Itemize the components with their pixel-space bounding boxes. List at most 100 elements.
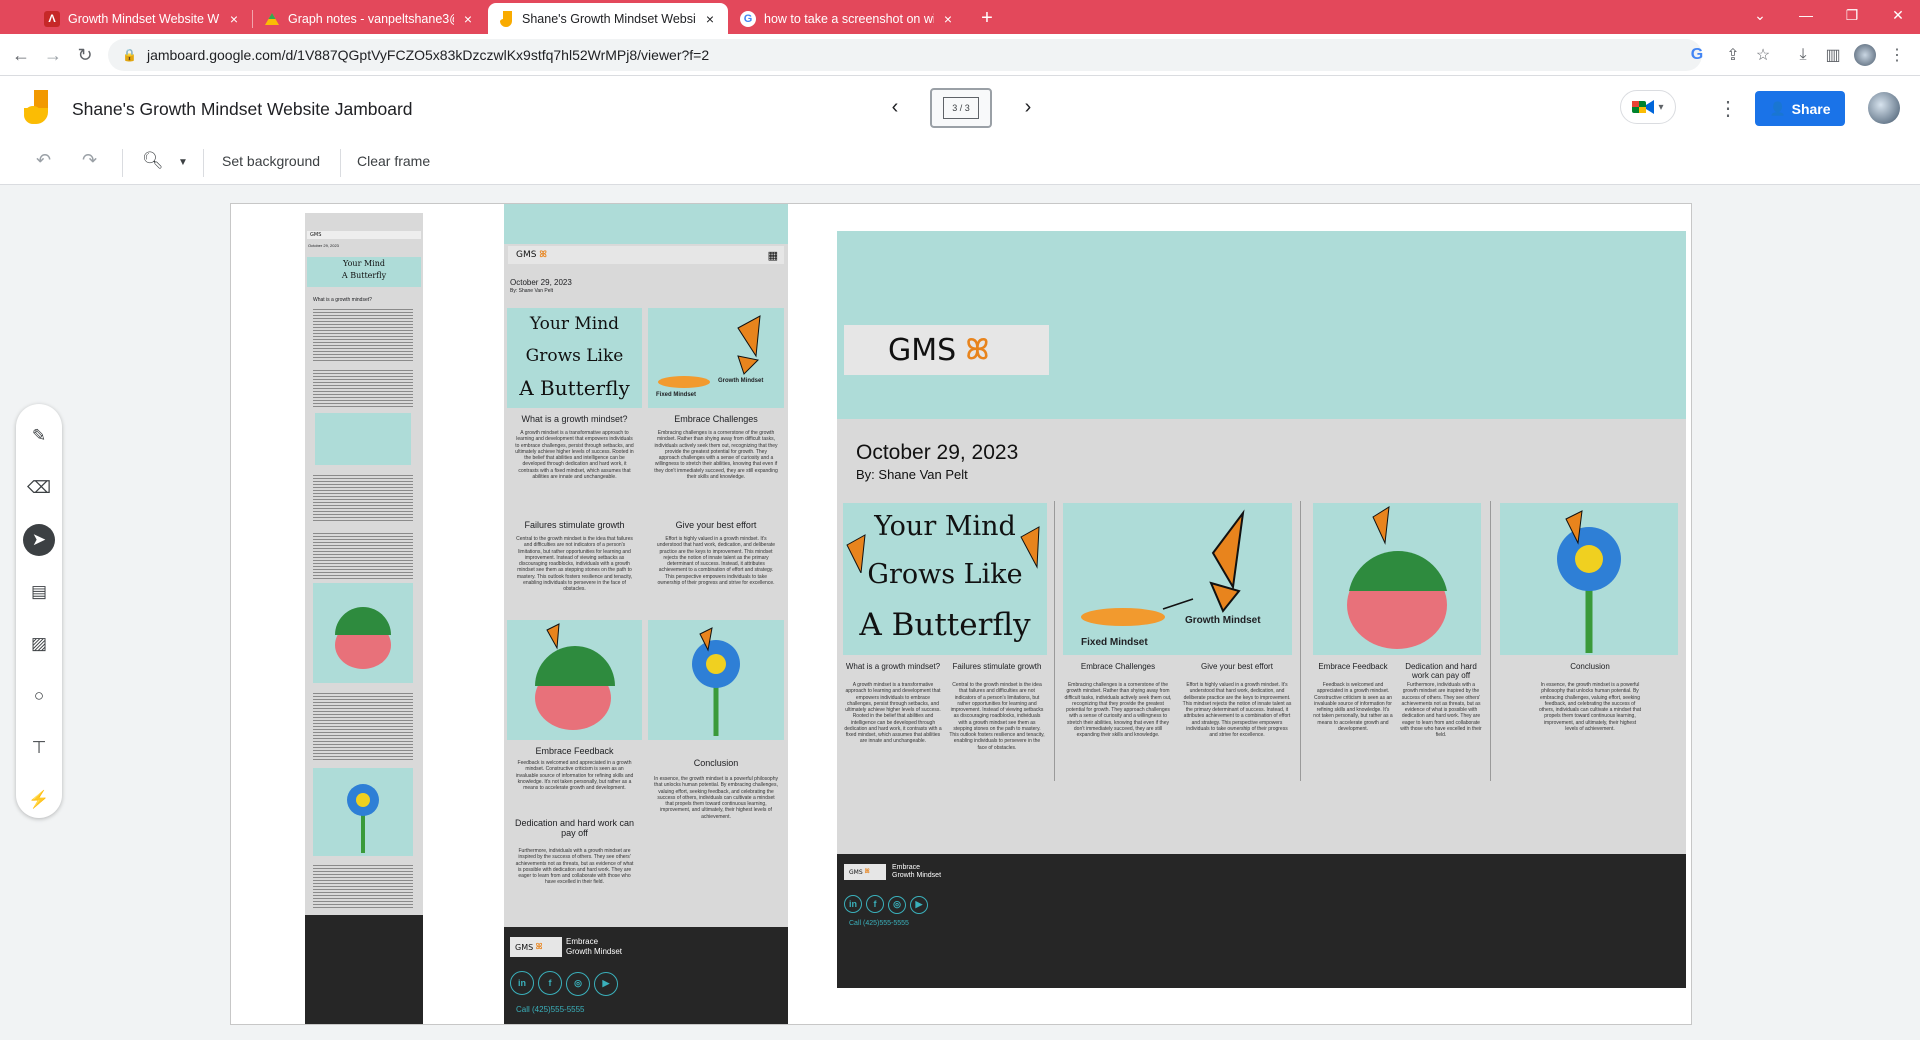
desktop-paragraph: Feedback is welcomed and appreciated in … — [1313, 682, 1393, 732]
desktop-footer-logo: GMS ꕤ — [844, 864, 886, 880]
back-button[interactable]: ← — [8, 42, 34, 68]
tab-wireframe[interactable]: Λ Growth Mindset Website Wirefr × — [34, 3, 252, 34]
jamboard-header: Shane's Growth Mindset Website Jamboard … — [0, 76, 1920, 141]
grid-menu-icon[interactable]: ▦ — [768, 249, 778, 262]
chrome-menu-icon[interactable]: ⋮ — [1886, 44, 1908, 66]
tablet-heading: Failures stimulate growth — [524, 520, 625, 530]
download-icon[interactable]: ⤓ — [1792, 44, 1814, 66]
jam-canvas[interactable]: GMS October 29, 2023 Your Mind A Butterf… — [230, 203, 1692, 1025]
document-title[interactable]: Shane's Growth Mindset Website Jamboard — [72, 99, 413, 120]
desktop-heading: Failures stimulate growth — [952, 662, 1042, 671]
eraser-icon[interactable]: ⌫ — [23, 472, 55, 504]
restore-button[interactable]: ❐ — [1830, 0, 1874, 30]
tab-jamboard[interactable]: Shane's Growth Mindset Websit × — [488, 3, 728, 34]
sticky-note-icon[interactable]: ▤ — [23, 576, 55, 608]
close-icon[interactable]: × — [226, 11, 242, 27]
desktop-heading: Give your best effort — [1201, 662, 1273, 671]
redo-icon[interactable]: ↷ — [82, 150, 97, 171]
linkedin-icon[interactable]: in — [510, 971, 534, 995]
tablet-heading: What is a growth mindset? — [521, 414, 628, 424]
forward-button[interactable]: → — [40, 42, 66, 68]
bookmark-star-icon[interactable]: ☆ — [1752, 44, 1774, 66]
side-panel-icon[interactable]: ▥ — [1822, 44, 1844, 66]
close-icon[interactable]: × — [460, 11, 476, 27]
zoom-dropdown-icon[interactable]: ▼ — [178, 157, 188, 168]
youtube-icon[interactable]: ▶ — [910, 895, 928, 914]
desktop-phone[interactable]: Call (425)555-5555 — [849, 920, 909, 927]
instagram-icon[interactable]: ◎ — [888, 895, 906, 914]
url-bar[interactable]: 🔒 jamboard.google.com/d/1V887QGptVyFCZO5… — [108, 39, 1702, 71]
select-arrow-icon[interactable]: ➤ — [23, 524, 55, 556]
text-box-icon[interactable]: ⊤ — [23, 732, 55, 764]
shape-circle-icon[interactable]: ○ — [23, 680, 55, 712]
desktop-logo[interactable]: GMS ꕤ — [844, 325, 1049, 375]
google-lens-icon[interactable]: G — [1686, 44, 1708, 66]
set-background-button[interactable]: Set background — [222, 153, 320, 169]
tab-search-icon[interactable]: ⌄ — [1738, 0, 1782, 30]
desktop-paragraph: In essence, the growth mindset is a powe… — [1539, 682, 1641, 732]
image-icon[interactable]: ▨ — [23, 628, 55, 660]
previous-frame-button[interactable]: ‹ — [883, 96, 907, 119]
tablet-mindset-card: Fixed Mindset Growth Mindset — [648, 308, 784, 408]
frame-bar-toggle[interactable]: 3 / 3 — [930, 88, 992, 128]
mobile-text-block — [313, 531, 413, 579]
desktop-footer: GMS ꕤ Embrace Growth Mindset in f ◎ ▶ Call (… — [837, 854, 1686, 988]
laser-icon[interactable]: ⚡ — [23, 784, 55, 816]
profile-avatar[interactable] — [1854, 44, 1876, 66]
desktop-footer-tagline: Embrace Growth Mindset — [892, 864, 942, 880]
tablet-heading: Embrace Challenges — [674, 414, 758, 424]
mobile-text-block — [313, 368, 413, 408]
tab-strip: Λ Growth Mindset Website Wirefr × Graph … — [0, 0, 1920, 34]
jamboard-toolbar: ↶ ↷ 🔍︎ ▼ Set background Clear frame — [0, 141, 1920, 185]
pen-icon[interactable]: ✎ — [23, 420, 55, 452]
close-icon[interactable]: × — [940, 11, 956, 27]
tab-screenshot-search[interactable]: G how to take a screenshot on wir × — [730, 3, 966, 34]
mobile-nav: GMS — [307, 231, 421, 239]
undo-icon[interactable]: ↶ — [36, 150, 51, 171]
tablet-paragraph: Furthermore, individuals with a growth m… — [515, 848, 634, 886]
person-add-icon: 👤 — [1769, 100, 1786, 116]
linkedin-icon[interactable]: in — [844, 895, 862, 913]
reload-button[interactable]: ↻ — [72, 42, 98, 68]
mobile-date: October 29, 2023 — [308, 243, 339, 248]
instagram-icon[interactable]: ◎ — [566, 971, 590, 996]
mobile-fixed-growth-image — [315, 413, 411, 465]
share-page-icon[interactable]: ⇪ — [1722, 44, 1744, 66]
jamboard-logo-icon[interactable] — [22, 90, 50, 126]
new-tab-button[interactable]: + — [972, 3, 1002, 34]
close-window-button[interactable]: ✕ — [1876, 0, 1920, 30]
facebook-icon[interactable]: f — [538, 971, 562, 995]
account-avatar[interactable] — [1868, 92, 1900, 124]
close-icon[interactable]: × — [702, 11, 718, 27]
mobile-text-block — [313, 307, 413, 362]
zoom-icon[interactable]: 🔍︎ — [142, 151, 164, 171]
tab-graph-notes[interactable]: Graph notes - vanpeltshane3@g × — [254, 3, 486, 34]
tablet-footer: GMS ꕤ Embrace Growth Mindset in f ◎ ▶ Call (… — [504, 927, 788, 1024]
butterfly-icon: ꕤ — [539, 250, 547, 260]
next-frame-button[interactable]: › — [1016, 96, 1040, 119]
desktop-heading: Embrace Challenges — [1080, 662, 1156, 671]
google-icon: G — [740, 10, 756, 27]
mobile-mockup: GMS October 29, 2023 Your Mind A Butterf… — [305, 213, 423, 1024]
frame-counter: 3 / 3 — [943, 97, 979, 119]
tablet-date: October 29, 2023 — [510, 278, 572, 287]
tablet-phone[interactable]: Call (425)555-5555 — [516, 1005, 585, 1014]
tablet-heading: Give your best effort — [675, 520, 757, 530]
share-button[interactable]: 👤 Share — [1755, 91, 1845, 126]
youtube-icon[interactable]: ▶ — [594, 971, 618, 996]
more-options-icon[interactable]: ⋮ — [1718, 96, 1738, 121]
desktop-hero-card: Your Mind Grows Like A Butterfly — [843, 503, 1047, 655]
tablet-footer-logo: GMS ꕤ — [510, 937, 562, 957]
tool-palette: ✎ ⌫ ➤ ▤ ▨ ○ ⊤ ⚡ — [16, 404, 62, 818]
minimize-button[interactable]: — — [1784, 0, 1828, 30]
desktop-paragraph: Effort is highly valued in a growth mind… — [1182, 682, 1292, 738]
meet-button[interactable]: ▾ — [1620, 90, 1676, 124]
desktop-paragraph: Furthermore, individuals with a growth m… — [1400, 682, 1482, 738]
facebook-icon[interactable]: f — [866, 895, 884, 913]
meet-icon — [1632, 100, 1655, 114]
clear-frame-button[interactable]: Clear frame — [357, 153, 430, 169]
tablet-paragraph: Effort is highly valued in a growth mind… — [656, 536, 776, 586]
desktop-brain-card — [1313, 503, 1481, 655]
drive-icon — [264, 11, 280, 27]
desktop-flower-card — [1500, 503, 1678, 655]
